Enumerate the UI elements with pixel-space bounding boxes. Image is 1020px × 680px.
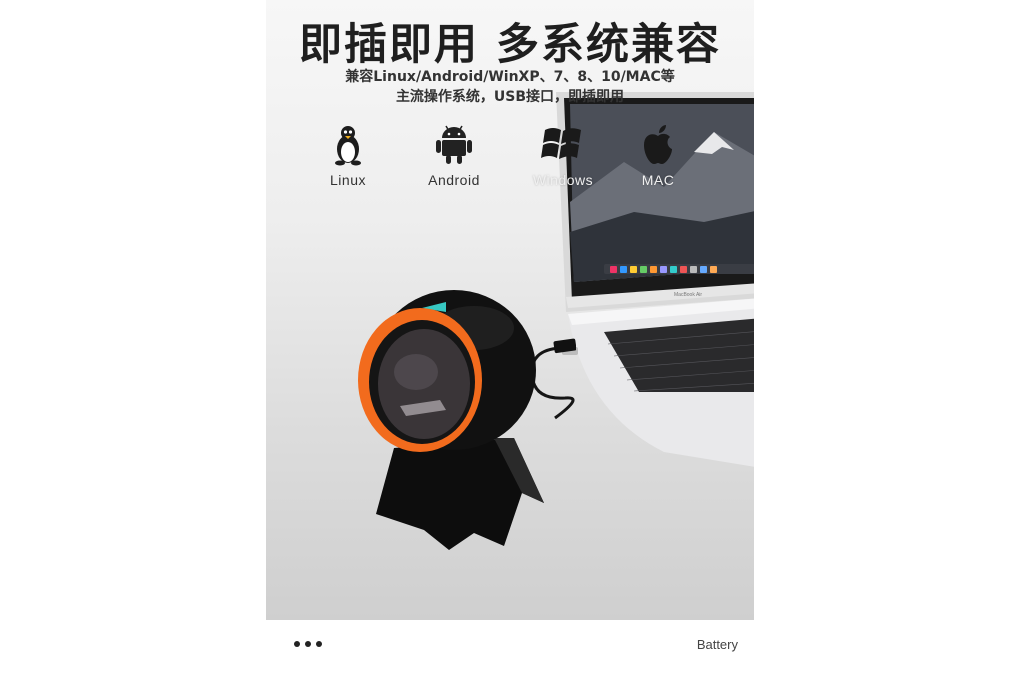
apple-logo-icon [644, 125, 672, 164]
barcode-scanner-device [358, 290, 544, 550]
android-robot-icon [436, 125, 472, 164]
subtitle-line-2: 主流操作系统，USB接口，即插即用 [395, 89, 625, 105]
laptop-brand-text: MacBook Air [674, 292, 702, 298]
os-label-windows: Windows [532, 172, 594, 188]
os-item-linux: Linux [303, 122, 393, 188]
page: MacBook Air 即插即用 多系统兼容 兼容Linux/Android/W… [0, 0, 1020, 680]
os-label-mac: MAC [641, 172, 675, 188]
os-item-mac: MAC [613, 122, 703, 188]
footer-bar: Battery [266, 620, 754, 672]
penguin-icon [335, 126, 361, 166]
subtitle-line-1: 兼容Linux/Android/WinXP、7、8、10/MAC等 [345, 69, 675, 85]
windows-logo-icon [541, 128, 581, 159]
battery-label: Battery [696, 637, 738, 652]
product-image-panel: MacBook Air 即插即用 多系统兼容 兼容Linux/Android/W… [266, 0, 754, 620]
os-compatibility-row: Linux Android Windows MAC [266, 122, 754, 202]
os-label-android: Android [428, 172, 480, 188]
os-label-linux: Linux [330, 172, 366, 188]
more-dots-icon[interactable] [294, 641, 322, 647]
os-item-windows: Windows [518, 122, 608, 188]
headline: 即插即用 多系统兼容 [299, 20, 721, 70]
os-item-android: Android [409, 122, 499, 188]
